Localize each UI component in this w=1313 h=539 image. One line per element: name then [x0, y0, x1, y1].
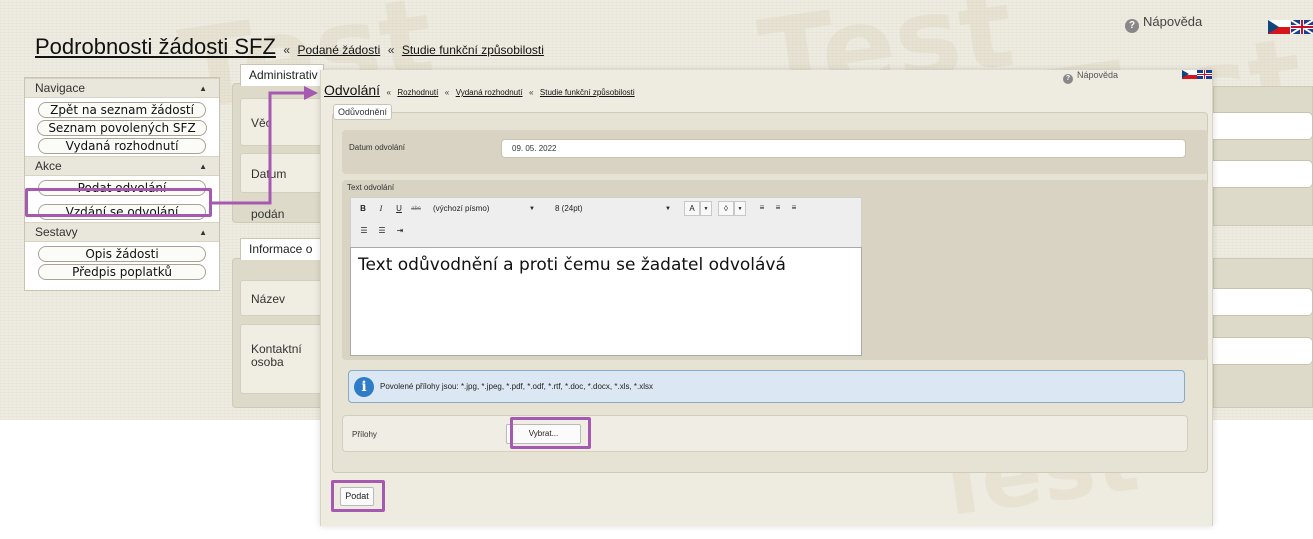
right-input — [1205, 288, 1313, 316]
help-link[interactable]: ? Nápověda — [1125, 14, 1202, 33]
sidebar: Navigace ▲ Zpět na seznam žádostí Seznam … — [24, 77, 220, 291]
help-link[interactable]: ? Nápověda — [1063, 70, 1118, 84]
appeal-dialog: Test Test Odvolání « Rozhodnutí « Vydaná… — [320, 70, 1213, 539]
collapse-icon: ▲ — [199, 84, 207, 93]
subject-field: Věc — [240, 98, 324, 146]
highlight-box — [510, 417, 591, 449]
dropdown-arrow-icon: ▼ — [529, 206, 535, 212]
czech-flag-icon[interactable] — [1182, 70, 1197, 79]
page-title-bar: Podrobnosti žádosti SFZ « Podané žádosti… — [35, 34, 544, 59]
appeal-text-editor[interactable]: Text odůvodnění a proti čemu se žadatel … — [350, 247, 862, 356]
font-family-select[interactable]: (výchozí písmo) ▼ — [428, 201, 542, 216]
request-copy-button[interactable]: Opis žádosti — [38, 246, 206, 262]
attachments-row — [342, 415, 1188, 452]
allowed-sfz-list-button[interactable]: Seznam povolených SFZ — [37, 120, 207, 136]
breadcrumb-link[interactable]: Rozhodnutí — [397, 88, 438, 97]
text-label: Text odvolání — [347, 183, 395, 192]
breadcrumb-link[interactable]: Vydaná rozhodnutí — [456, 88, 523, 97]
dialog-title-bar: Odvolání « Rozhodnutí « Vydaná rozhodnut… — [324, 82, 635, 98]
sidebar-section-navigation[interactable]: Navigace ▲ — [25, 78, 219, 98]
numbered-list-icon[interactable]: ☰ — [375, 224, 389, 239]
fee-prescription-button[interactable]: Předpis poplatků — [38, 264, 206, 280]
bullet-list-icon[interactable]: ☰ — [357, 224, 371, 239]
czech-flag-icon[interactable] — [1268, 20, 1290, 34]
highlight-color-button[interactable]: ◊ — [718, 201, 734, 216]
uk-flag-icon[interactable] — [1291, 20, 1313, 34]
uk-flag-icon[interactable] — [1197, 70, 1212, 79]
right-panel — [1213, 86, 1313, 226]
dropdown-arrow-icon[interactable]: ▼ — [734, 201, 746, 216]
font-color-button[interactable]: A — [684, 201, 700, 216]
sidebar-section-actions[interactable]: Akce ▲ — [25, 156, 219, 176]
issued-decisions-button[interactable]: Vydaná rozhodnutí — [38, 138, 206, 154]
allowed-attachments-notice: i Povolené přílohy jsou: *.jpg, *.jpeg, … — [348, 370, 1185, 403]
breadcrumb-link[interactable]: Studie funkční způsobilosti — [540, 88, 635, 97]
right-panel — [1213, 258, 1313, 408]
collapse-icon: ▲ — [199, 228, 207, 237]
font-size-select[interactable]: 8 (24pt) ▼ — [550, 201, 678, 216]
right-input — [1205, 160, 1313, 188]
help-icon: ? — [1125, 19, 1139, 33]
align-center-icon[interactable]: ≡ — [771, 201, 785, 216]
dropdown-arrow-icon[interactable]: ▼ — [700, 201, 712, 216]
align-right-icon[interactable]: ≡ — [787, 201, 801, 216]
underline-button[interactable]: U — [393, 202, 405, 217]
page-title[interactable]: Podrobnosti žádosti SFZ — [35, 34, 276, 59]
name-field: Název — [240, 280, 324, 316]
breadcrumb-link[interactable]: Studie funkční způsobilosti — [402, 43, 544, 57]
info-text: Povolené přílohy jsou: *.jpg, *.jpeg, *.… — [380, 382, 654, 391]
help-icon: ? — [1063, 74, 1073, 84]
sidebar-section-reports[interactable]: Sestavy ▲ — [25, 222, 219, 242]
info-icon: i — [354, 377, 374, 397]
editor-content: Text odůvodnění a proti čemu se žadatel … — [358, 255, 786, 275]
editor-toolbar: B I U abc (výchozí písmo) ▼ 8 (24pt) ▼ A ▼… — [350, 197, 862, 249]
breadcrumb-link[interactable]: Podané žádosti — [298, 43, 381, 57]
back-to-list-button[interactable]: Zpět na seznam žádostí — [38, 102, 206, 118]
strikethrough-button[interactable]: abc — [409, 202, 423, 217]
date-label: Datum odvolání — [349, 143, 406, 152]
attachments-label: Přílohy — [352, 430, 377, 439]
filing-date-field: Datum podán — [240, 153, 324, 221]
tab-information[interactable]: Informace o — [240, 238, 324, 260]
right-input — [1205, 337, 1313, 365]
highlight-box — [25, 188, 212, 217]
bold-button[interactable]: B — [357, 202, 369, 217]
dropdown-arrow-icon: ▼ — [665, 206, 671, 212]
contact-person-field: Kontaktní osoba — [240, 324, 324, 394]
fieldset-legend: Odůvodnění — [333, 104, 393, 120]
dialog-title[interactable]: Odvolání — [324, 82, 380, 98]
align-left-icon[interactable]: ≡ — [755, 201, 769, 216]
italic-button[interactable]: I — [375, 202, 387, 217]
appeal-date-field[interactable]: 09. 05. 2022 — [501, 139, 1186, 158]
indent-icon[interactable]: ⇥ — [393, 224, 407, 239]
right-input — [1205, 112, 1313, 140]
tab-administrative[interactable]: Administrativ — [240, 64, 324, 86]
collapse-icon: ▲ — [199, 162, 207, 171]
highlight-box — [331, 480, 385, 512]
